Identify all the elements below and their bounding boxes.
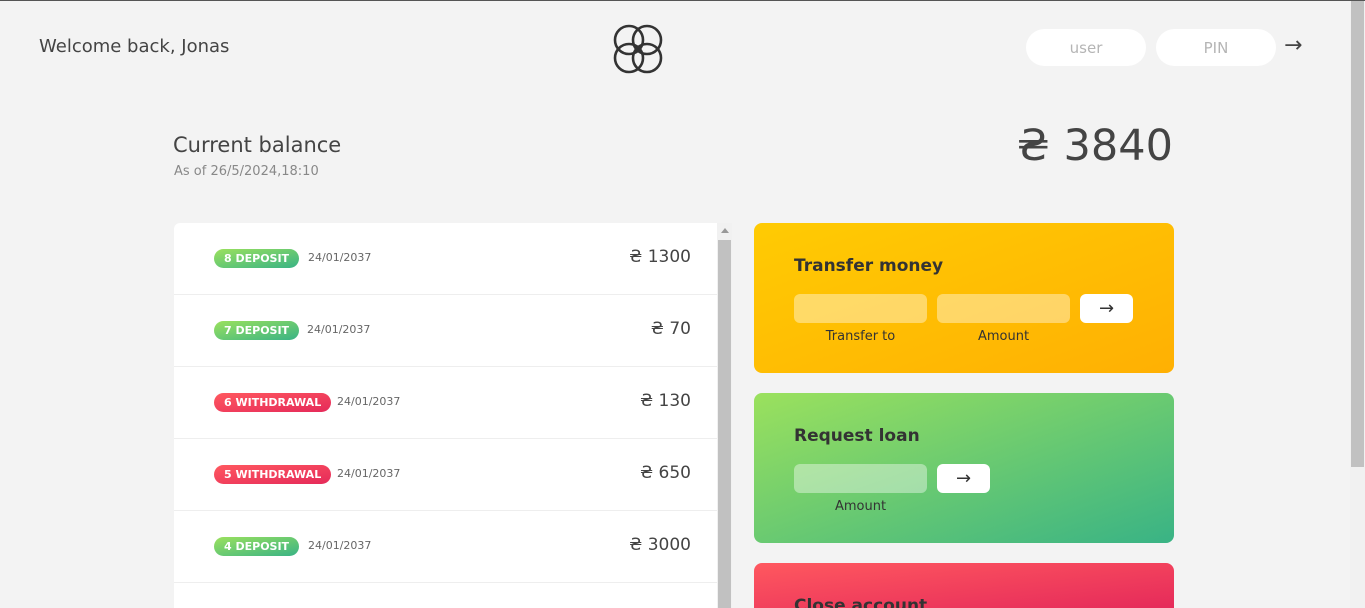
transfer-panel: Transfer money → Transfer to Amount	[754, 223, 1174, 373]
movement-type-badge: 6 WITHDRAWAL	[214, 393, 332, 412]
movement-type-badge: 8 DEPOSIT	[214, 249, 300, 268]
loan-amount-label: Amount	[834, 499, 887, 514]
movement-row: 6 WITHDRAWAL 24/01/2037 ₴ 130	[174, 367, 732, 439]
movement-value: ₴ 1300	[629, 247, 691, 267]
movement-row: 5 WITHDRAWAL 24/01/2037 ₴ 650	[174, 439, 732, 511]
movement-date: 24/01/2037	[337, 395, 401, 408]
loan-panel: Request loan → Amount	[754, 393, 1174, 543]
movement-value: ₴ 130	[639, 391, 691, 411]
balance-label: Current balance	[173, 133, 342, 157]
movement-date: 24/01/2037	[308, 251, 372, 264]
movement-type-badge: 4 DEPOSIT	[214, 537, 300, 556]
top-nav: Welcome back, Jonas →	[0, 1, 1350, 96]
transfer-submit-button[interactable]: →	[1080, 294, 1133, 323]
movement-row: 4 DEPOSIT 24/01/2037 ₴ 3000	[174, 511, 732, 583]
movement-type-badge: 5 WITHDRAWAL	[214, 465, 332, 484]
loan-title: Request loan	[794, 426, 920, 446]
movement-date: 24/01/2037	[308, 539, 372, 552]
close-account-panel: Close account	[754, 563, 1174, 608]
movement-value: ₴ 650	[639, 463, 691, 483]
movement-value: ₴ 3000	[629, 535, 691, 555]
logo-icon	[613, 24, 663, 74]
movement-type-badge: 7 DEPOSIT	[214, 321, 300, 340]
scroll-up-icon[interactable]	[721, 228, 729, 233]
movement-row: 8 DEPOSIT 24/01/2037 ₴ 1300	[174, 223, 732, 295]
transfer-to-input[interactable]	[794, 294, 927, 323]
movements-scrollbar[interactable]	[717, 223, 732, 608]
transfer-to-label: Transfer to	[825, 329, 896, 344]
transfer-amount-input[interactable]	[937, 294, 1070, 323]
movement-date: 24/01/2037	[337, 467, 401, 480]
balance-value: ₴ 3840	[1016, 121, 1173, 171]
transfer-title: Transfer money	[794, 256, 944, 276]
window-scroll-thumb[interactable]	[1351, 1, 1364, 467]
login-user-input[interactable]	[1026, 29, 1146, 66]
transfer-amount-label: Amount	[977, 329, 1030, 344]
login-button[interactable]: →	[1284, 33, 1302, 58]
movement-date: 24/01/2037	[307, 323, 371, 336]
movements-scroll-thumb[interactable]	[718, 240, 731, 608]
movement-value: ₴ 70	[650, 319, 691, 339]
loan-amount-input[interactable]	[794, 464, 927, 493]
login-pin-input[interactable]	[1156, 29, 1276, 66]
movement-row: 7 DEPOSIT 24/01/2037 ₴ 70	[174, 295, 732, 367]
welcome-message: Welcome back, Jonas	[39, 36, 230, 57]
balance-date: As of 26/5/2024,18:10	[174, 164, 319, 179]
close-account-title: Close account	[794, 596, 928, 608]
loan-submit-button[interactable]: →	[937, 464, 990, 493]
movements-list: 8 DEPOSIT 24/01/2037 ₴ 1300 7 DEPOSIT 24…	[174, 223, 732, 608]
window-scrollbar[interactable]	[1350, 1, 1365, 608]
